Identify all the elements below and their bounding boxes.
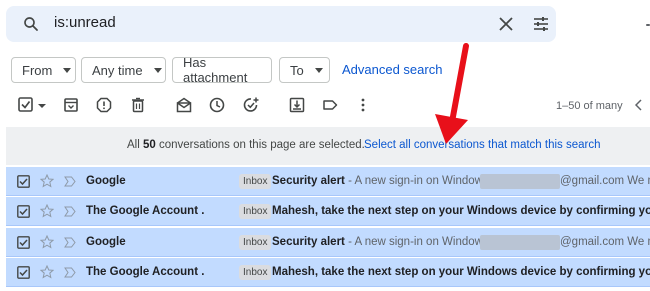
- chevron-down-icon: [63, 67, 72, 73]
- redacted-email-address: [480, 235, 560, 250]
- row-checkbox-icon[interactable]: [17, 175, 30, 188]
- row-checkbox-icon[interactable]: [17, 205, 30, 218]
- email-subject: Mahesh, take the next step on your Windo…: [272, 205, 650, 217]
- email-snippet-continued: @gmail.com We n: [560, 175, 650, 187]
- delete-icon[interactable]: [129, 96, 147, 114]
- filter-any-time-label: Any time: [92, 62, 143, 78]
- email-subject: Mahesh, take the next step on your Windo…: [272, 266, 650, 278]
- selected-count: 50: [142, 139, 156, 151]
- filter-any-time-chip[interactable]: Any time: [81, 57, 166, 83]
- chevron-down-icon: [153, 67, 162, 73]
- advanced-search-link[interactable]: Advanced search: [342, 62, 442, 77]
- email-row[interactable]: The Google Account . Inbox Mahesh, take …: [6, 197, 650, 226]
- email-subject: Security alert - A new sign-in on Window…: [272, 175, 489, 187]
- close-icon[interactable]: [498, 16, 514, 32]
- filter-has-attachment-chip[interactable]: Has attachment: [172, 55, 272, 85]
- importance-marker-icon[interactable]: [64, 237, 76, 248]
- star-icon[interactable]: [40, 235, 54, 249]
- email-subject: Security alert - A new sign-in on Window…: [272, 236, 489, 248]
- filter-has-attachment-label: Has attachment: [183, 55, 248, 85]
- email-sender: Google: [86, 236, 126, 248]
- archive-icon[interactable]: [62, 96, 80, 114]
- filter-from-label: From: [22, 62, 53, 78]
- more-icon[interactable]: [354, 96, 372, 114]
- filter-to-chip[interactable]: To: [279, 57, 330, 83]
- email-sender: Google: [86, 175, 126, 187]
- email-snippet: - A new sign-in on Windows: [344, 236, 489, 248]
- inbox-label-badge[interactable]: Inbox: [239, 174, 272, 189]
- search-bar[interactable]: is:unread: [6, 6, 556, 42]
- inbox-label-badge[interactable]: Inbox: [239, 265, 272, 280]
- filter-from-chip[interactable]: From: [11, 57, 76, 83]
- importance-marker-icon[interactable]: [64, 206, 76, 217]
- annotation-arrow-icon: [435, 43, 469, 144]
- inbox-label-badge[interactable]: Inbox: [239, 204, 272, 219]
- row-checkbox-icon[interactable]: [17, 266, 30, 279]
- row-checkbox-icon[interactable]: [17, 236, 30, 249]
- label-icon[interactable]: [321, 96, 339, 114]
- email-snippet-continued: @gmail.com We n: [560, 236, 650, 248]
- importance-marker-icon[interactable]: [64, 176, 76, 187]
- redacted-email-address: [480, 174, 560, 189]
- caret-down-icon[interactable]: [33, 96, 46, 114]
- email-row[interactable]: Google Inbox Security alert - A new sign…: [6, 228, 650, 257]
- filter-to-label: To: [290, 62, 304, 78]
- email-sender: The Google Account .: [86, 266, 205, 278]
- chevron-left-icon[interactable]: [633, 98, 645, 112]
- move-to-icon[interactable]: [288, 96, 306, 114]
- chevron-down-icon: [314, 67, 323, 73]
- selection-message: All 50 conversations on this page are se…: [127, 139, 365, 151]
- star-icon[interactable]: [40, 174, 54, 188]
- pagination-range: 1–50 of many: [556, 100, 623, 112]
- select-all-matching-link[interactable]: Select all conversations that match this…: [364, 139, 601, 151]
- add-to-tasks-icon[interactable]: [242, 96, 260, 114]
- selection-banner: All 50 conversations on this page are se…: [6, 127, 650, 165]
- report-spam-icon[interactable]: [95, 96, 113, 114]
- search-input[interactable]: is:unread: [54, 14, 116, 31]
- inbox-label-badge[interactable]: Inbox: [239, 235, 272, 250]
- email-row[interactable]: Google Inbox Security alert - A new sign…: [6, 167, 650, 196]
- star-icon[interactable]: [40, 204, 54, 218]
- tune-icon[interactable]: [532, 15, 550, 33]
- search-icon[interactable]: [22, 15, 40, 33]
- email-row[interactable]: The Google Account . Inbox Mahesh, take …: [6, 258, 650, 287]
- star-icon[interactable]: [40, 265, 54, 279]
- snooze-icon[interactable]: [208, 96, 226, 114]
- email-sender: The Google Account .: [86, 205, 205, 217]
- overflow-edge: [646, 24, 650, 26]
- email-snippet: - A new sign-in on Windows: [344, 175, 489, 187]
- mark-as-read-icon[interactable]: [175, 96, 193, 114]
- importance-marker-icon[interactable]: [64, 267, 76, 278]
